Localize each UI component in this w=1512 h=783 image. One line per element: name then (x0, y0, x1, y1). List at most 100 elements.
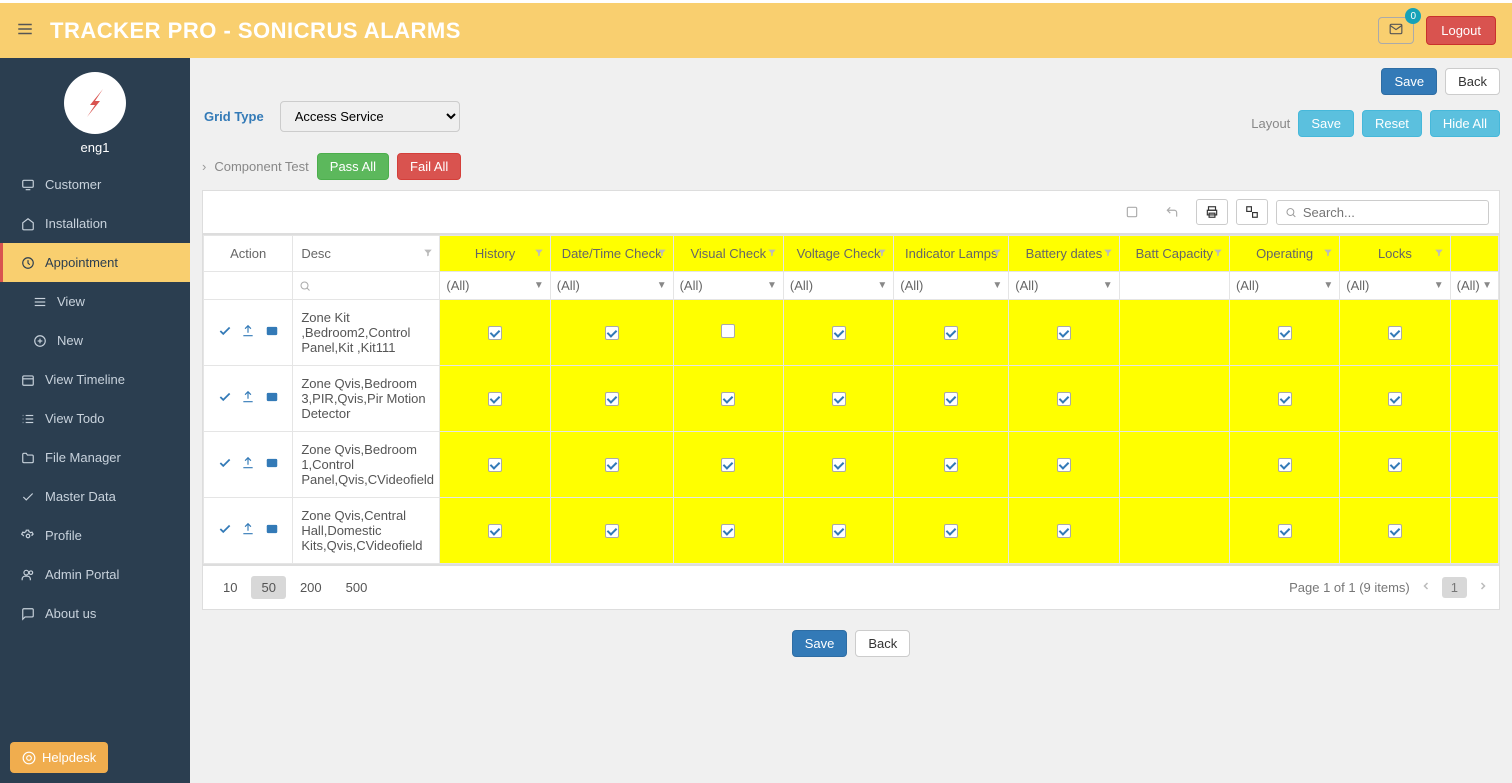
filter-cell[interactable] (293, 272, 440, 300)
check-cell[interactable] (550, 300, 673, 366)
layout-save-button[interactable]: Save (1298, 110, 1354, 137)
check-cell[interactable] (783, 366, 893, 432)
sidebar-item-master-data[interactable]: Master Data (0, 477, 190, 516)
check-cell[interactable] (440, 366, 550, 432)
column-header[interactable]: Batt Capacity (1119, 236, 1229, 272)
checkbox[interactable] (832, 524, 846, 538)
pager-current[interactable]: 1 (1442, 577, 1467, 598)
upload-icon[interactable] (241, 324, 255, 338)
filter-icon[interactable] (1213, 246, 1223, 261)
check-cell[interactable] (673, 432, 783, 498)
upload-icon[interactable] (241, 522, 255, 536)
column-header[interactable]: Operating (1229, 236, 1339, 272)
checkbox[interactable] (605, 458, 619, 472)
filter-icon[interactable] (1434, 246, 1444, 261)
save-button-top[interactable]: Save (1381, 68, 1437, 95)
check-cell[interactable] (894, 432, 1009, 498)
check-cell[interactable] (1009, 366, 1119, 432)
image-icon[interactable] (265, 390, 279, 404)
checkbox[interactable] (1388, 524, 1402, 538)
sidebar-item-view[interactable]: View (0, 282, 190, 321)
column-header[interactable]: History (440, 236, 550, 272)
checkbox[interactable] (1057, 392, 1071, 406)
check-cell[interactable] (894, 300, 1009, 366)
search-input[interactable] (1303, 205, 1480, 220)
fail-all-button[interactable]: Fail All (397, 153, 461, 180)
pass-all-button[interactable]: Pass All (317, 153, 389, 180)
checkbox[interactable] (944, 392, 958, 406)
checkbox[interactable] (1057, 326, 1071, 340)
checkbox[interactable] (1278, 326, 1292, 340)
check-cell[interactable] (550, 432, 673, 498)
checkbox[interactable] (1278, 458, 1292, 472)
filter-icon[interactable] (877, 246, 887, 261)
image-icon[interactable] (265, 324, 279, 338)
checkbox[interactable] (605, 326, 619, 340)
checkbox[interactable] (1388, 458, 1402, 472)
column-header[interactable]: Voltage Check (783, 236, 893, 272)
checkbox[interactable] (605, 392, 619, 406)
filter-cell[interactable]: (All)▼ (1340, 272, 1450, 300)
page-size-500[interactable]: 500 (336, 576, 378, 599)
save-button-bottom[interactable]: Save (792, 630, 848, 657)
check-cell[interactable] (550, 366, 673, 432)
checkbox[interactable] (721, 524, 735, 538)
filter-icon[interactable] (534, 246, 544, 261)
filter-dropdown[interactable]: (All)▼ (446, 278, 543, 293)
hamburger-icon[interactable] (16, 20, 34, 41)
filter-cell[interactable]: (All)▼ (550, 272, 673, 300)
check-cell[interactable] (1340, 498, 1450, 564)
check-cell[interactable] (550, 498, 673, 564)
check-cell[interactable] (894, 366, 1009, 432)
filter-cell[interactable]: (All)▼ (1009, 272, 1119, 300)
filter-icon[interactable] (423, 246, 433, 261)
back-button-top[interactable]: Back (1445, 68, 1500, 95)
filter-cell[interactable]: (All)▼ (1450, 272, 1498, 300)
sidebar-item-new[interactable]: New (0, 321, 190, 360)
checkbox[interactable] (721, 392, 735, 406)
sidebar-item-admin-portal[interactable]: Admin Portal (0, 555, 190, 594)
column-header[interactable]: Date/Time Check (550, 236, 673, 272)
checkbox[interactable] (1278, 392, 1292, 406)
filter-cell[interactable]: (All)▼ (1229, 272, 1339, 300)
sidebar-item-file-manager[interactable]: File Manager (0, 438, 190, 477)
filter-icon[interactable] (1103, 246, 1113, 261)
filter-icon[interactable] (657, 246, 667, 261)
checkbox[interactable] (488, 326, 502, 340)
column-header[interactable]: Action (204, 236, 293, 272)
image-icon[interactable] (265, 456, 279, 470)
checkbox[interactable] (944, 524, 958, 538)
helpdesk-button[interactable]: Helpdesk (10, 742, 108, 773)
sidebar-item-customer[interactable]: Customer (0, 165, 190, 204)
check-icon[interactable] (218, 456, 232, 470)
filter-dropdown[interactable]: (All)▼ (680, 278, 777, 293)
filter-cell[interactable]: (All)▼ (673, 272, 783, 300)
checkbox[interactable] (605, 524, 619, 538)
check-cell[interactable] (1009, 300, 1119, 366)
back-button-bottom[interactable]: Back (855, 630, 910, 657)
column-header[interactable]: Indicator Lamps (894, 236, 1009, 272)
checkbox[interactable] (488, 458, 502, 472)
check-cell[interactable] (1340, 366, 1450, 432)
upload-icon[interactable] (241, 456, 255, 470)
checkbox[interactable] (1057, 524, 1071, 538)
checkbox[interactable] (944, 326, 958, 340)
page-size-200[interactable]: 200 (290, 576, 332, 599)
checkbox[interactable] (1388, 392, 1402, 406)
checkbox[interactable] (832, 392, 846, 406)
check-cell[interactable] (1229, 498, 1339, 564)
check-cell[interactable] (1009, 432, 1119, 498)
page-size-10[interactable]: 10 (213, 576, 247, 599)
check-cell[interactable] (673, 366, 783, 432)
search-box[interactable] (1276, 200, 1489, 225)
filter-cell[interactable]: (All)▼ (783, 272, 893, 300)
check-icon[interactable] (218, 390, 232, 404)
check-cell[interactable] (1340, 432, 1450, 498)
check-icon[interactable] (218, 522, 232, 536)
filter-icon[interactable] (992, 246, 1002, 261)
column-header[interactable]: Locks (1340, 236, 1450, 272)
checkbox[interactable] (721, 458, 735, 472)
filter-dropdown[interactable]: (All)▼ (557, 278, 667, 293)
column-header[interactable]: Desc (293, 236, 440, 272)
layout-hideall-button[interactable]: Hide All (1430, 110, 1500, 137)
